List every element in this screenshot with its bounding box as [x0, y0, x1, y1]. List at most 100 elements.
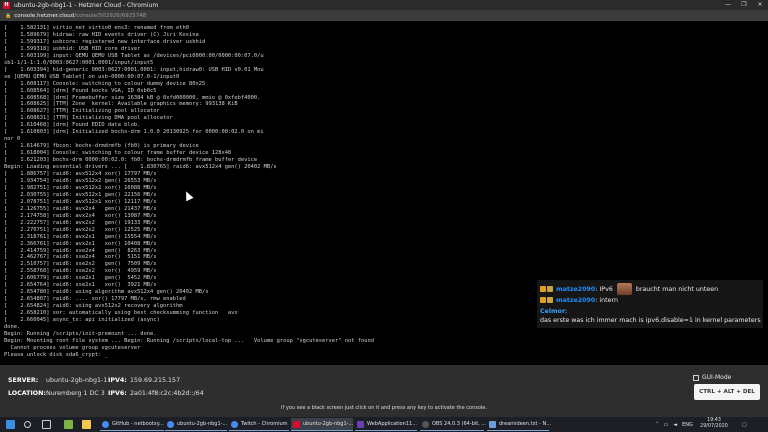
- ctrl-alt-del-button[interactable]: CTRL + ALT + DEL: [694, 384, 760, 400]
- console-line: [ 1.608564] [drm] Found bochs VGA, ID 0x…: [4, 87, 157, 94]
- url-host: console.hetzner.cloud: [14, 12, 75, 19]
- taskbar-item-label: GitHub - netbootxy...: [112, 421, 164, 427]
- chat-message: matze2090: IPv6 braucht man nicht unteen: [540, 283, 718, 295]
- gui-mode-toggle[interactable]: GUI-Mode: [693, 374, 731, 381]
- volume-icon[interactable]: ◄: [673, 422, 677, 428]
- taskbar-item[interactable]: WebApplication11...: [355, 418, 417, 431]
- search-icon[interactable]: [24, 421, 31, 428]
- taskbar-item-active[interactable]: ubuntu-2gb-nbg1-...: [291, 418, 353, 431]
- ipv6-value: 2a01:4f8:c2c:4b2d::/64: [130, 390, 204, 397]
- minimize-button[interactable]: —: [720, 0, 736, 10]
- console-line: Begin: Loading essential drivers ... [ 1…: [4, 164, 277, 171]
- task-view-icon[interactable]: [42, 420, 51, 429]
- console-line: nor 0: [4, 136, 21, 143]
- file-explorer-icon[interactable]: [82, 420, 91, 429]
- obs-icon: [422, 420, 429, 428]
- gui-mode-checkbox[interactable]: [693, 374, 699, 381]
- lock-icon[interactable]: 🔒: [5, 13, 11, 19]
- console-line: [ 2.078751] raid6: avx512x1 xor() 12117 …: [4, 198, 157, 205]
- console-line: [ 1.982751] raid6: avx512x2 xor() 16088 …: [4, 184, 157, 191]
- notification-icon[interactable]: ▢: [742, 418, 747, 431]
- language-indicator[interactable]: ENG: [682, 422, 693, 428]
- chat-message: das erste was ich immer mach is ipv6.dis…: [540, 317, 761, 324]
- console-line: [ 1.608627] [TTM] Initializing pool allo…: [4, 108, 160, 115]
- console-line: [ 1.610803] [drm] Initialized bochs-drm …: [4, 129, 264, 136]
- close-button[interactable]: ✕: [752, 0, 768, 10]
- bits-badge-icon: [547, 286, 553, 292]
- console-line: [ 1.614679] fbcon: bochs-drmdrmfb (fb0) …: [4, 143, 199, 150]
- console-line: [ 2.126755] raid6: avx2x4 gen() 21437 MB…: [4, 205, 157, 212]
- windows-start-icon[interactable]: [6, 420, 15, 429]
- url-path: /console/502926/6925748: [74, 12, 147, 19]
- taskbar-item[interactable]: dreamideen.txt - N...: [487, 418, 551, 431]
- chevron-up-icon[interactable]: ˄: [656, 422, 659, 428]
- console-line: [ 1.603394] hid-generic 0003:0627:0001.0…: [4, 66, 264, 73]
- chat-text: :: [565, 308, 568, 315]
- console-line: [ 1.582131] virtio_net virtio0 ens3: ren…: [4, 25, 189, 31]
- chat-emote-icon: [616, 283, 632, 295]
- system-tray: ˄ ▭ ◄ ENG: [656, 418, 693, 431]
- chat-text: braucht man nicht unteen: [635, 286, 719, 293]
- chromium-icon: [167, 420, 174, 428]
- console-line: Begin: Mounting root file system ... Beg…: [4, 337, 374, 344]
- taskbar-item-label: ubuntu-2gb-nbg1-...: [177, 421, 228, 427]
- clock[interactable]: 19:43 29/07/2020: [700, 418, 728, 430]
- console-line: [ 2.270751] raid6: avx2x2 xor() 12525 MB…: [4, 226, 157, 233]
- network-icon[interactable]: ▭: [664, 422, 669, 428]
- console-line: [ 1.934754] raid6: avx512x2 gen() 26553 …: [4, 177, 157, 184]
- taskbar-item-label: Twitch - Chromium: [241, 421, 288, 427]
- console-line: [ 1.603199] input: QEMU QEMU USB Tablet …: [4, 52, 264, 59]
- clock-date: 29/07/2020: [700, 424, 728, 429]
- location-label: LOCATION:: [8, 390, 46, 397]
- console-line: sb1-1/1-1:1.0/0003:0627:0001.0001/input/…: [4, 59, 154, 66]
- console-line: [ 1.599318] usbhid: USB HID core driver: [4, 45, 141, 52]
- app-pinned-icon[interactable]: [64, 420, 73, 429]
- console-line: [ 2.414759] raid6: sse2x4 gen() 8263 MB/…: [4, 247, 157, 254]
- console-line: [ 1.608568] [drm] Framebuffer size 16384…: [4, 94, 261, 101]
- chat-message: Celmor:: [540, 308, 567, 315]
- console-line: [ 1.608625] [TTM] Zone kernel: Available…: [4, 101, 238, 108]
- server-value: ubuntu-2gb-nbg1-1: [46, 377, 108, 384]
- console-line: [ 2.318761] raid6: avx2x1 gen() 15554 MB…: [4, 233, 157, 240]
- chat-username: Celmor: [540, 308, 566, 315]
- chromium-icon: [102, 420, 109, 428]
- console-line: [ 1.599317] usbcore: registered new inte…: [4, 38, 206, 45]
- maximize-button[interactable]: ❐: [736, 0, 752, 10]
- chat-message: matze2090: intern: [540, 297, 618, 304]
- visual-studio-icon: [357, 420, 364, 428]
- console-line: [ 2.174758] raid6: avx2x4 xor() 13087 MB…: [4, 212, 157, 219]
- console-line: [ 1.610468] [drm] Found EDID data blob.: [4, 122, 141, 129]
- notepad-icon: [489, 420, 496, 428]
- console-line: [ 2.558768] raid6: sse2x2 xor() 4959 MB/…: [4, 268, 157, 275]
- address-bar[interactable]: 🔒 console.hetzner.cloud/console/502926/6…: [0, 10, 768, 21]
- console-line: [ 1.608117] Console: switching to colour…: [4, 80, 206, 87]
- hetzner-icon: [293, 420, 300, 428]
- ipv6-label: IPV6:: [108, 390, 127, 397]
- chromium-icon: [231, 420, 238, 428]
- console-line: [ 1.886757] raid6: avx512x4 xor() 17797 …: [4, 171, 157, 178]
- url-text[interactable]: console.hetzner.cloud/console/502926/692…: [14, 13, 146, 19]
- console-line: Please unlock disk sda6_crypt: _: [4, 351, 108, 358]
- chat-username: matze2090: [556, 297, 596, 304]
- console-line: [ 2.366761] raid6: avx2x1 xor() 10408 MB…: [4, 240, 157, 247]
- console-line: Cannot process volume group vgcuteserver: [4, 344, 141, 351]
- console-line: [ 2.510757] raid6: sse2x2 gen() 7509 MB/…: [4, 261, 157, 268]
- chat-username: matze2090: [556, 286, 596, 293]
- taskbar-item-label: WebApplication11...: [367, 421, 417, 427]
- taskbar-item[interactable]: Twitch - Chromium: [229, 418, 289, 431]
- console-line: [ 1.621203] bochs-drm 0000:00:02.0: fb0:…: [4, 157, 258, 164]
- window-titlebar: H ubuntu-2gb-nbg1-1 - Hetzner Cloud - Ch…: [0, 0, 768, 10]
- window-controls: — ❐ ✕: [720, 0, 768, 10]
- window-title: ubuntu-2gb-nbg1-1 - Hetzner Cloud - Chro…: [14, 1, 159, 9]
- console-line: se [QEMU QEMU USB Tablet] on usb-0000:00…: [4, 73, 180, 80]
- taskbar-item[interactable]: OBS 24.0.3 (64-bit, ...: [420, 418, 487, 431]
- gui-mode-label: GUI-Mode: [702, 374, 732, 381]
- hetzner-favicon-icon: H: [3, 1, 10, 9]
- taskbar-item-label: OBS 24.0.3 (64-bit, ...: [432, 421, 487, 427]
- chat-text: : intern: [595, 297, 618, 304]
- taskbar-item[interactable]: GitHub - netbootxy...: [100, 418, 164, 431]
- console-line: Begin: Running /scripts/init-premount ..…: [4, 330, 157, 337]
- console-line: [ 1.608631] [TTM] Initializing DMA pool …: [4, 115, 173, 122]
- subscriber-badge-icon: [540, 297, 546, 303]
- taskbar-item[interactable]: ubuntu-2gb-nbg1-...: [165, 418, 227, 431]
